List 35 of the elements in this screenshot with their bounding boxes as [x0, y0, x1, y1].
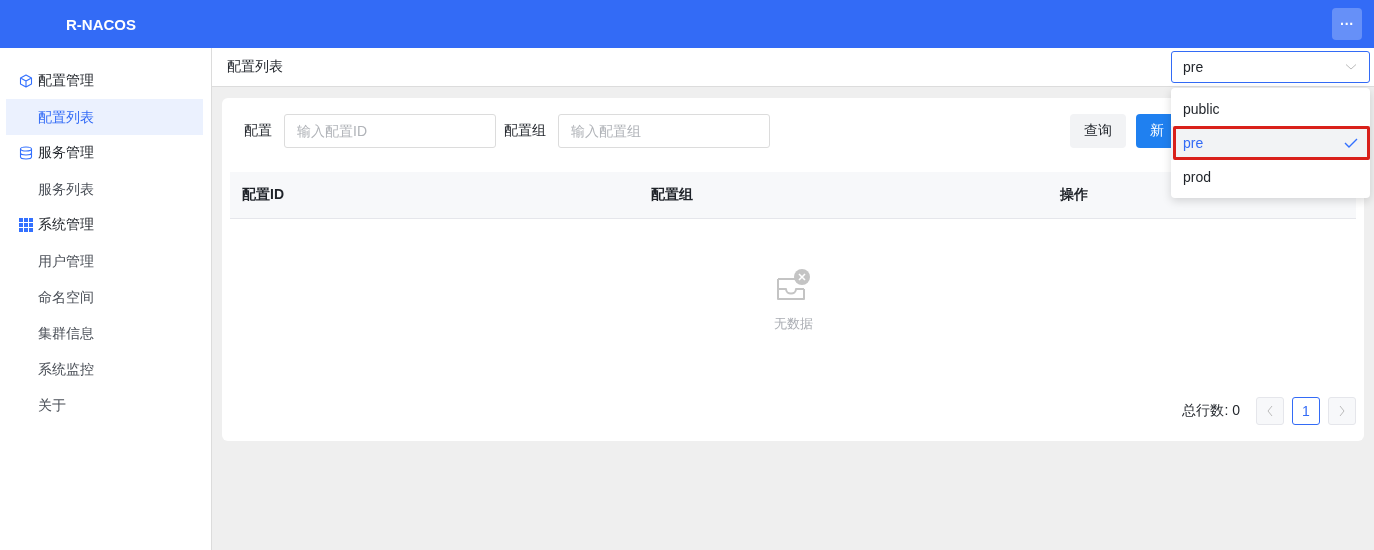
input-field[interactable]: 输入配置组: [558, 114, 770, 148]
query-button[interactable]: 查询: [1070, 114, 1126, 148]
menu-group[interactable]: 服务管理: [6, 135, 203, 171]
menu-item[interactable]: 配置列表: [6, 99, 203, 135]
column-header: 配置组: [651, 186, 694, 204]
check-icon: [1344, 138, 1358, 148]
page-title: 配置列表: [227, 58, 283, 76]
filter-label: 配置: [244, 122, 272, 140]
empty-text: 无数据: [773, 315, 813, 333]
menu-item[interactable]: 用户管理: [6, 243, 203, 279]
chevron-down-icon: [1345, 63, 1357, 71]
app-title: R-NACOS: [66, 15, 136, 33]
cube-icon: [19, 74, 33, 88]
menu-item[interactable]: 关于: [6, 387, 203, 423]
namespace-select[interactable]: pre: [1171, 51, 1370, 83]
previous-page-button[interactable]: [1256, 397, 1284, 425]
next-page-button[interactable]: [1328, 397, 1356, 425]
column-header: 配置ID: [242, 186, 285, 204]
dropdown-option[interactable]: pre: [1171, 126, 1370, 160]
input-field[interactable]: 输入配置ID: [284, 114, 496, 148]
column-header: 操作: [1060, 186, 1089, 204]
dropdown-option[interactable]: prod: [1171, 160, 1370, 194]
filter-label: 配置组: [504, 122, 546, 140]
chevron-left-icon: [1266, 405, 1274, 417]
page-button[interactable]: 1: [1292, 397, 1320, 425]
menu-item[interactable]: 系统监控: [6, 351, 203, 387]
menu-item[interactable]: 命名空间: [6, 279, 203, 315]
menu-group[interactable]: 系统管理: [6, 207, 203, 243]
menu-item[interactable]: 集群信息: [6, 315, 203, 351]
menu-item[interactable]: 服务列表: [6, 171, 203, 207]
total-count: 总行数: 0: [1182, 402, 1240, 420]
menu-group[interactable]: 配置管理: [6, 63, 203, 99]
chevron-right-icon: [1338, 405, 1346, 417]
database-icon: [19, 146, 33, 160]
grid-icon: [19, 218, 33, 232]
